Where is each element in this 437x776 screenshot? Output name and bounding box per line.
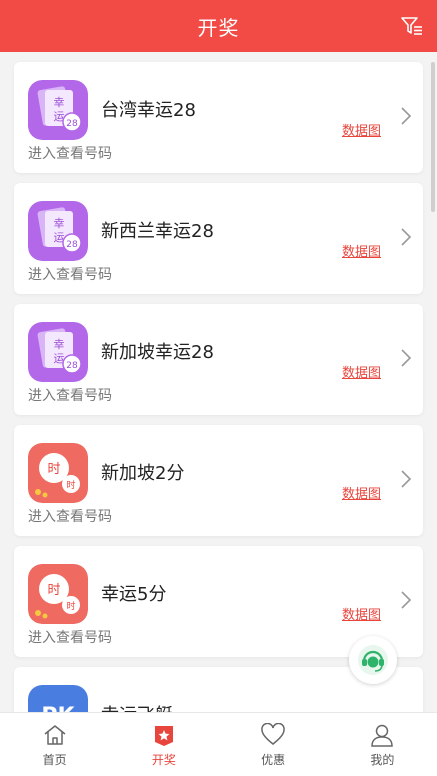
data-chart-link[interactable]: 数据图 — [342, 120, 381, 139]
tab-home[interactable]: 首页 — [0, 713, 109, 776]
filter-icon[interactable] — [399, 14, 425, 38]
customer-service-icon[interactable] — [349, 636, 397, 684]
pk-icon: PK — [28, 685, 88, 712]
heart-icon — [259, 721, 287, 749]
tab-label: 优惠 — [261, 753, 286, 767]
svg-text:幸: 幸 — [54, 338, 65, 351]
svg-text:幸: 幸 — [54, 217, 65, 230]
lottery-subtitle: 进入查看号码 — [28, 630, 112, 646]
tab-promotions[interactable]: 优惠 — [219, 713, 328, 776]
tab-mine[interactable]: 我的 — [328, 713, 437, 776]
xingyun-28-icon: 幸 运 28 — [28, 322, 88, 382]
lottery-item-taiwan-28[interactable]: 幸 运 28 台湾幸运28 进入查看号码 数据图 — [14, 62, 423, 173]
svg-text:28: 28 — [66, 361, 78, 371]
data-chart-link[interactable]: 数据图 — [342, 241, 381, 260]
lottery-item-singapore-28[interactable]: 幸 运 28 新加坡幸运28 进入查看号码 数据图 — [14, 304, 423, 415]
svg-text:时: 时 — [47, 462, 60, 477]
svg-text:PK: PK — [41, 704, 75, 712]
tab-label: 开奖 — [151, 753, 176, 767]
home-icon — [41, 721, 69, 749]
svg-text:时: 时 — [66, 479, 75, 491]
svg-text:28: 28 — [66, 119, 78, 129]
bottom-tab-bar: 首页 开奖 优惠 我的 — [0, 712, 437, 776]
lottery-item-newzealand-28[interactable]: 幸 运 28 新西兰幸运28 进入查看号码 数据图 — [14, 183, 423, 294]
data-chart-link[interactable]: 数据图 — [342, 604, 381, 623]
chevron-right-icon — [401, 107, 412, 125]
user-icon — [368, 721, 396, 749]
lottery-subtitle: 进入查看号码 — [28, 267, 112, 283]
lottery-list: 幸 运 28 台湾幸运28 进入查看号码 数据图 幸 运 28 新西兰幸运28 … — [0, 52, 437, 712]
chevron-right-icon — [401, 591, 412, 609]
svg-text:时: 时 — [66, 600, 75, 612]
svg-text:幸: 幸 — [54, 96, 65, 109]
shishi-ball-icon: 时 时 — [28, 564, 88, 624]
data-chart-link[interactable]: 数据图 — [342, 483, 381, 502]
tab-label: 首页 — [42, 753, 67, 767]
chevron-right-icon — [401, 228, 412, 246]
data-chart-link[interactable]: 数据图 — [342, 362, 381, 381]
lottery-icon — [150, 721, 178, 749]
chevron-right-icon — [401, 470, 412, 488]
lottery-name: 幸运飞艇 — [101, 701, 173, 712]
lottery-name: 幸运5分 — [101, 584, 167, 605]
tab-label: 我的 — [370, 753, 395, 767]
tab-lottery[interactable]: 开奖 — [109, 713, 218, 776]
lottery-name: 台湾幸运28 — [101, 100, 196, 121]
top-header: 开奖 — [0, 0, 437, 52]
lottery-subtitle: 进入查看号码 — [28, 146, 112, 162]
xingyun-28-icon: 幸 运 28 — [28, 80, 88, 140]
lottery-name: 新西兰幸运28 — [101, 221, 214, 242]
page-title: 开奖 — [197, 15, 240, 40]
svg-text:28: 28 — [66, 240, 78, 250]
lottery-item-singapore-2min[interactable]: 时 时 新加坡2分 进入查看号码 数据图 — [14, 425, 423, 536]
lottery-name: 新加坡2分 — [101, 463, 185, 484]
lottery-name: 新加坡幸运28 — [101, 342, 214, 363]
lottery-subtitle: 进入查看号码 — [28, 509, 112, 525]
svg-text:时: 时 — [47, 583, 60, 598]
chevron-right-icon — [401, 349, 412, 367]
xingyun-28-icon: 幸 运 28 — [28, 201, 88, 261]
shishi-ball-icon: 时 时 — [28, 443, 88, 503]
scrollbar[interactable] — [431, 62, 435, 212]
lottery-subtitle: 进入查看号码 — [28, 388, 112, 404]
